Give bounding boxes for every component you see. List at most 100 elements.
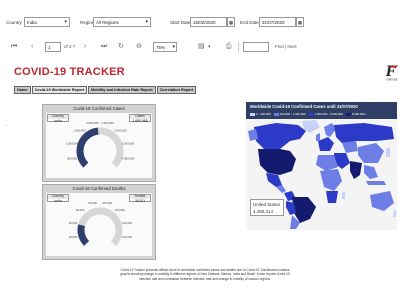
- fortune-logo: F FORTUNE: [385, 63, 398, 82]
- back-icon[interactable]: ⊖: [136, 41, 142, 53]
- logo-text: FORTUNE: [386, 80, 398, 82]
- gauge-fill: [76, 127, 99, 168]
- previous-page-icon[interactable]: ‹: [31, 41, 33, 53]
- page-title: COVID-19 TRACKER: [14, 66, 125, 78]
- map-region-russia: [334, 123, 394, 143]
- map-region-japan: [386, 147, 390, 157]
- map-region-madagascar: [342, 191, 345, 199]
- deaths-gauge-panel: Covid-19 Confirmed Deaths Country India …: [42, 184, 156, 260]
- map-title: Worldwide Covid-19 Confirmed Cases until…: [250, 104, 358, 109]
- map-region-southeast-asia: [364, 165, 378, 179]
- gauge-tick-label: 20,000: [69, 235, 78, 239]
- print-icon[interactable]: ⎙: [226, 41, 232, 53]
- country-select[interactable]: India ▾: [24, 17, 70, 27]
- legend-swatch: [345, 112, 351, 116]
- export-dropdown-icon[interactable]: ▾: [208, 41, 211, 53]
- decorative-dot: ·: [6, 123, 8, 129]
- next-page-icon[interactable]: ›: [84, 41, 86, 53]
- first-page-icon[interactable]: ⏮: [11, 41, 17, 53]
- gauge-tick-label: 100,000: [102, 201, 113, 205]
- map-region-new-zealand: [393, 209, 396, 217]
- find-next-links[interactable]: Find | Next: [275, 44, 297, 49]
- map-region-mexico: [266, 173, 282, 187]
- cases-gauge-title: Covid-19 Confirmed Cases: [73, 106, 125, 111]
- last-page-icon[interactable]: ⏭: [101, 41, 107, 53]
- find-input[interactable]: [243, 42, 269, 52]
- legend-label: 0 - 100,000: [256, 112, 271, 116]
- gauge-tick-label: 40,000: [69, 221, 78, 225]
- gauge-tick-label: 120,000: [115, 208, 126, 212]
- gauge-tick-label: 2,000,000: [86, 121, 99, 125]
- map-region-india: [350, 161, 362, 179]
- tab-home[interactable]: Home: [14, 86, 31, 94]
- map-header: Worldwide Covid-19 Confirmed Cases until…: [246, 102, 397, 119]
- chevron-down-icon: ▾: [145, 19, 148, 25]
- legend-swatch: [250, 112, 255, 116]
- gauge-tick-label: 2,500,000: [101, 121, 114, 125]
- tab-correlation-report[interactable]: Correlation Report: [156, 86, 197, 94]
- page-number-input[interactable]: 1: [45, 42, 61, 52]
- end-date-input[interactable]: 31/07/2020: [259, 17, 296, 27]
- start-date-label: Start Date: [170, 20, 191, 25]
- cases-gauge: 500,000 1,000,000 1,500,0002,000,000 2,500,…: [66, 121, 135, 168]
- gauge-tick-label: 60,000: [76, 208, 85, 212]
- map-region-western-europe: [318, 137, 334, 151]
- gauge-tick-label: 160,000: [122, 235, 133, 239]
- map-region-canada: [254, 123, 306, 149]
- end-date-label: End Date: [240, 20, 259, 25]
- map-region-south-africa: [326, 191, 338, 203]
- map-region-kazakhstan: [342, 141, 358, 153]
- deaths-gauge: 20,000 40,000 60,000 80,000 100,000120,000 14…: [69, 201, 133, 246]
- legend-label: 100,000 - 1,000,000: [279, 112, 306, 116]
- map-tooltip: United States 4,485,314: [250, 199, 284, 216]
- tab-mobility-infection-report[interactable]: Mobility and Infection Rate Report: [88, 86, 156, 94]
- legend-label: 1,000,000 - 5,000,000: [314, 112, 343, 116]
- deaths-gauge-title: Covid-19 Confirmed Deaths: [72, 186, 126, 191]
- tooltip-value: 4,485,314: [253, 209, 274, 214]
- region-select[interactable]: All Regions ▾: [93, 17, 151, 27]
- map-region-usa: [258, 149, 296, 175]
- legend-label: 5,000,000+: [351, 112, 367, 116]
- zoom-value: 75%: [156, 45, 166, 50]
- report-tabs: Home Covid-19 Worldwide Report Mobility …: [14, 86, 197, 94]
- zoom-select[interactable]: 75% ▾: [153, 42, 177, 52]
- end-date-value: 31/07/2020: [262, 20, 285, 25]
- map-region-north-africa: [316, 155, 338, 171]
- gauge-tick-label: 1,500,000: [73, 129, 86, 133]
- country-label: Country: [6, 20, 22, 25]
- gauge-tick-label: 4,000,000: [122, 157, 135, 161]
- legend-swatch: [308, 112, 314, 116]
- tooltip-country: United States: [253, 202, 281, 207]
- page-count-text: of 2 ?: [64, 44, 76, 49]
- map-region-australia: [370, 191, 394, 211]
- gauge-tick-label: 3,500,000: [122, 142, 135, 146]
- map-legend: 0 - 100,000 100,000 - 1,000,000 1,000,00…: [250, 111, 369, 117]
- tab-worldwide-report[interactable]: Covid-19 Worldwide Report: [31, 86, 88, 94]
- deaths-gauge-body: Country India Deaths 36,511 20,000 40,000…: [46, 193, 152, 256]
- end-date-calendar-button[interactable]: ▦: [296, 17, 304, 27]
- gauge-tick-label: 1,000,000: [66, 142, 79, 146]
- refresh-icon[interactable]: ↻: [118, 41, 124, 53]
- cases-gauge-body: Country India Cases 1,695,988 500,000 1,0…: [46, 113, 152, 178]
- gauge-tick-label: 80,000: [89, 201, 98, 205]
- report-toolbar: ⏮ ‹ 1 of 2 ? › ⏭ ↻ ⊖ 75% ▾ ▤ ▾ ⎙ Find | …: [0, 40, 403, 54]
- map-region-china: [358, 143, 384, 163]
- region-select-value: All Regions: [96, 20, 119, 25]
- map-region-indonesia: [366, 181, 386, 185]
- report-description: Covid-19 Tracker presents official count…: [120, 268, 290, 281]
- filter-bar: Country India ▾ Region All Regions ▾ Sta…: [0, 16, 403, 30]
- page-number-value: 1: [48, 45, 51, 50]
- gauge-tick-label: 3,000,000: [114, 129, 127, 133]
- start-date-calendar-button[interactable]: ▦: [227, 17, 235, 27]
- start-date-value: 15/02/2020: [193, 20, 216, 25]
- chevron-down-icon: ▾: [172, 44, 175, 50]
- gauge-tick-label: 140,000: [122, 221, 133, 225]
- export-icon[interactable]: ▤: [198, 41, 205, 53]
- map-region-central-africa: [320, 169, 342, 191]
- start-date-input[interactable]: 15/02/2020: [190, 17, 227, 27]
- cases-gauge-panel: Covid-19 Confirmed Cases Country India C…: [42, 104, 156, 182]
- legend-swatch: [273, 112, 279, 116]
- chevron-down-icon: ▾: [64, 19, 67, 25]
- gauge-fill: [77, 224, 90, 246]
- country-select-value: India: [27, 20, 37, 25]
